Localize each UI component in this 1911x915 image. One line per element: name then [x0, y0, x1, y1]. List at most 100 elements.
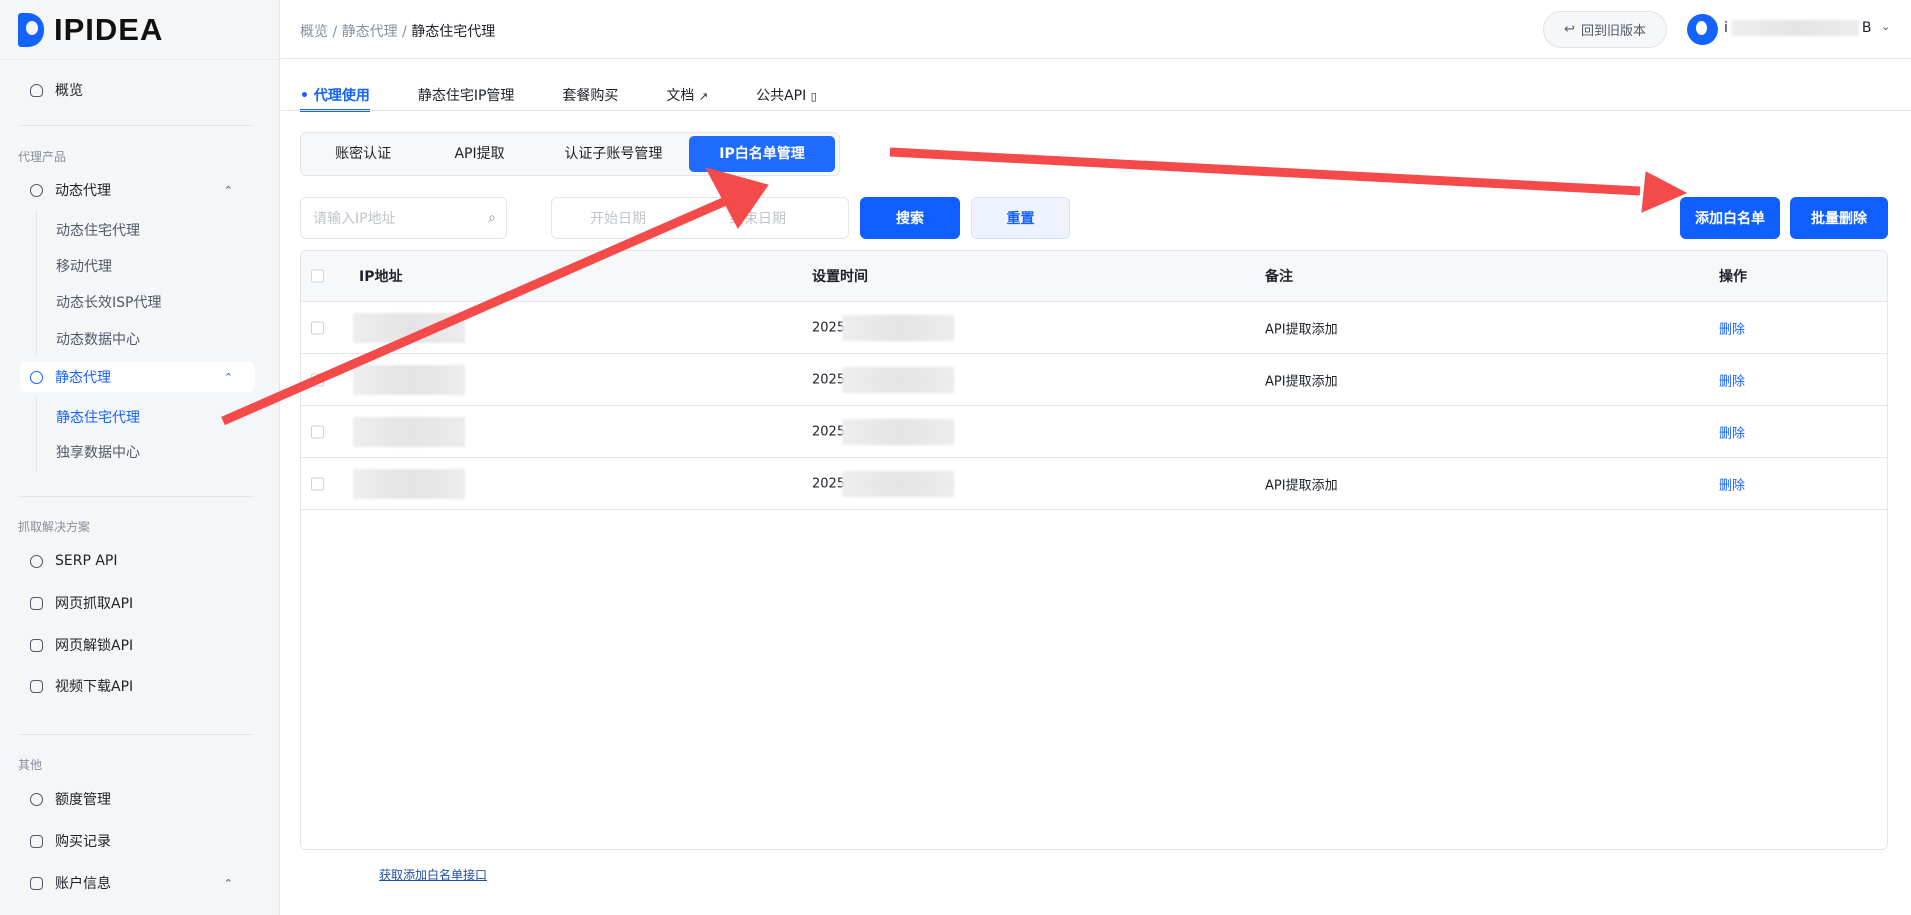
delete-link[interactable]: 删除 — [1719, 422, 1745, 441]
row-checkbox[interactable] — [311, 373, 324, 386]
select-all-checkbox[interactable] — [311, 269, 324, 283]
set-time: 2025 — [812, 372, 846, 387]
label: 文档 — [666, 88, 695, 104]
tab-purchase[interactable]: 套餐购买 — [562, 85, 618, 111]
reset-button[interactable]: 重置 — [971, 197, 1070, 239]
redacted — [1730, 20, 1859, 36]
sidebar-item-account[interactable]: 账户信息 ⌃ — [20, 868, 255, 898]
logo-text: IPIDEA — [54, 12, 164, 47]
label: 动态代理 — [55, 183, 111, 199]
set-time: 2025 — [812, 424, 846, 439]
note: API提取添加 — [1265, 374, 1338, 389]
sidebar-item-dynamic-proxy[interactable]: 动态代理 ⌃ — [20, 175, 255, 205]
tab-proxy-usage[interactable]: • 代理使用 — [300, 85, 370, 112]
sidebar-subitem[interactable]: 移动代理 — [56, 256, 112, 276]
sidebar-item-video-api[interactable]: 视频下载API — [20, 671, 255, 701]
sidebar-item-overview[interactable]: 概览 — [20, 75, 255, 105]
delete-link[interactable]: 删除 — [1719, 318, 1745, 337]
sidebar-item-serp-api[interactable]: SERP API — [20, 546, 255, 576]
table-row: 2025 API提取添加 删除 — [301, 302, 1887, 354]
tab-static-ip-management[interactable]: 静态住宅IP管理 — [418, 85, 515, 111]
label: 静态住宅IP管理 — [417, 88, 515, 104]
tab-public-api[interactable]: 公共API ▯ — [756, 85, 817, 111]
date-range-picker[interactable]: 开始日期 结束日期 — [551, 197, 849, 239]
sidebar-subitem[interactable]: 动态住宅代理 — [56, 220, 140, 240]
batch-delete-button[interactable]: 批量删除 — [1790, 197, 1888, 239]
divider — [18, 125, 254, 126]
chevron-up-icon: ⌃ — [223, 183, 233, 197]
sidebar-item-unlocker-api[interactable]: 网页解锁API — [20, 630, 255, 660]
receipt-icon — [30, 834, 43, 848]
external-link-icon: ↗ — [698, 90, 709, 103]
sidebar-subitem[interactable]: 动态数据中心 — [56, 329, 140, 349]
section-title: 抓取解决方案 — [18, 520, 91, 534]
sidebar-item-quota[interactable]: 额度管理 — [20, 784, 255, 814]
section-title: 代理产品 — [18, 150, 67, 164]
chevron-down-icon[interactable]: ⌄ — [1881, 20, 1890, 33]
search-icon: ⌕ — [488, 210, 496, 226]
tabs: • 代理使用 静态住宅IP管理 套餐购买 文档 ↗ 公共API ▯ — [300, 85, 865, 112]
redacted-ip — [353, 468, 465, 499]
breadcrumb-item[interactable]: 概览 — [300, 24, 328, 40]
column-header: 设置时间 — [812, 269, 868, 285]
chevron-up-icon: ⌃ — [223, 370, 233, 384]
delete-link[interactable]: 删除 — [1719, 370, 1745, 389]
segment-password-auth[interactable]: 账密认证 — [305, 136, 421, 172]
row-checkbox[interactable] — [311, 321, 324, 334]
label: 公共API — [756, 88, 807, 104]
divider — [18, 496, 254, 497]
search-icon — [30, 554, 43, 568]
redacted-time — [842, 418, 954, 445]
start-date-field[interactable]: 开始日期 — [590, 208, 646, 228]
row-checkbox[interactable] — [311, 477, 324, 490]
document-icon: ▯ — [810, 90, 817, 103]
label: 回到旧版本 — [1580, 24, 1646, 39]
placeholder: 请输入IP地址 — [313, 211, 396, 227]
back-to-old-version-button[interactable]: ↩ 回到旧版本 — [1543, 11, 1667, 48]
label: 网页抓取API — [55, 596, 134, 612]
whitelist-table: IP地址 设置时间 备注 操作 2025 API提取添加 删除 2025 API… — [300, 250, 1888, 850]
sidebar-subitem-static-residential[interactable]: 静态住宅代理 — [56, 407, 140, 427]
label: 代理使用 — [313, 88, 370, 104]
ip-search-input[interactable]: 请输入IP地址 ⌕ — [300, 197, 507, 239]
label: 概览 — [55, 83, 83, 99]
label: 静态代理 — [55, 370, 111, 386]
get-whitelist-api-link[interactable]: 获取添加白名单接口 — [379, 866, 487, 883]
sidebar: IPIDEA 概览 代理产品 动态代理 ⌃ 动态住宅代理 移动代理 动态长效ISP… — [0, 0, 280, 915]
sidebar-item-purchases[interactable]: 购买记录 — [20, 826, 255, 856]
dynamic-proxy-icon — [30, 183, 43, 197]
redacted-ip — [353, 312, 465, 343]
end-date-field[interactable]: 结束日期 — [730, 208, 786, 228]
segment-ip-whitelist[interactable]: IP白名单管理 — [688, 136, 835, 172]
search-button[interactable]: 搜索 — [860, 197, 960, 239]
browser-unlock-icon — [30, 638, 43, 652]
set-time: 2025 — [812, 476, 846, 491]
column-header: 操作 — [1719, 269, 1747, 285]
divider — [0, 59, 280, 60]
sidebar-subitem[interactable]: 独享数据中心 — [56, 442, 140, 462]
add-whitelist-button[interactable]: 添加白名单 — [1680, 197, 1780, 239]
avatar[interactable] — [1687, 14, 1718, 45]
row-checkbox[interactable] — [311, 425, 324, 438]
label: 套餐购买 — [562, 88, 619, 104]
redacted-time — [842, 314, 954, 341]
api-icon — [30, 596, 43, 610]
sidebar-item-static-proxy[interactable]: 静态代理 ⌃ — [20, 362, 255, 392]
breadcrumb-current: 静态住宅代理 — [411, 24, 496, 40]
breadcrumb-item[interactable]: 静态代理 — [342, 24, 398, 40]
logo[interactable]: IPIDEA — [18, 12, 163, 48]
divider — [281, 110, 1911, 111]
column-header: IP地址 — [359, 269, 403, 285]
sidebar-subitem[interactable]: 动态长效ISP代理 — [56, 292, 161, 312]
segment-sub-accounts[interactable]: 认证子账号管理 — [538, 136, 689, 172]
redacted-time — [842, 470, 954, 497]
header: 概览 / 静态代理 / 静态住宅代理 ↩ 回到旧版本 iB ⌄ — [281, 0, 1911, 59]
breadcrumb: 概览 / 静态代理 / 静态住宅代理 — [300, 24, 496, 40]
segment-api-extract[interactable]: API提取 — [421, 136, 537, 172]
static-proxy-icon — [30, 370, 43, 384]
delete-link[interactable]: 删除 — [1719, 474, 1745, 493]
tree-line — [36, 397, 37, 472]
tab-docs[interactable]: 文档 ↗ — [666, 85, 708, 111]
sidebar-item-scraper-api[interactable]: 网页抓取API — [20, 588, 255, 618]
username[interactable]: iB — [1724, 20, 1872, 36]
